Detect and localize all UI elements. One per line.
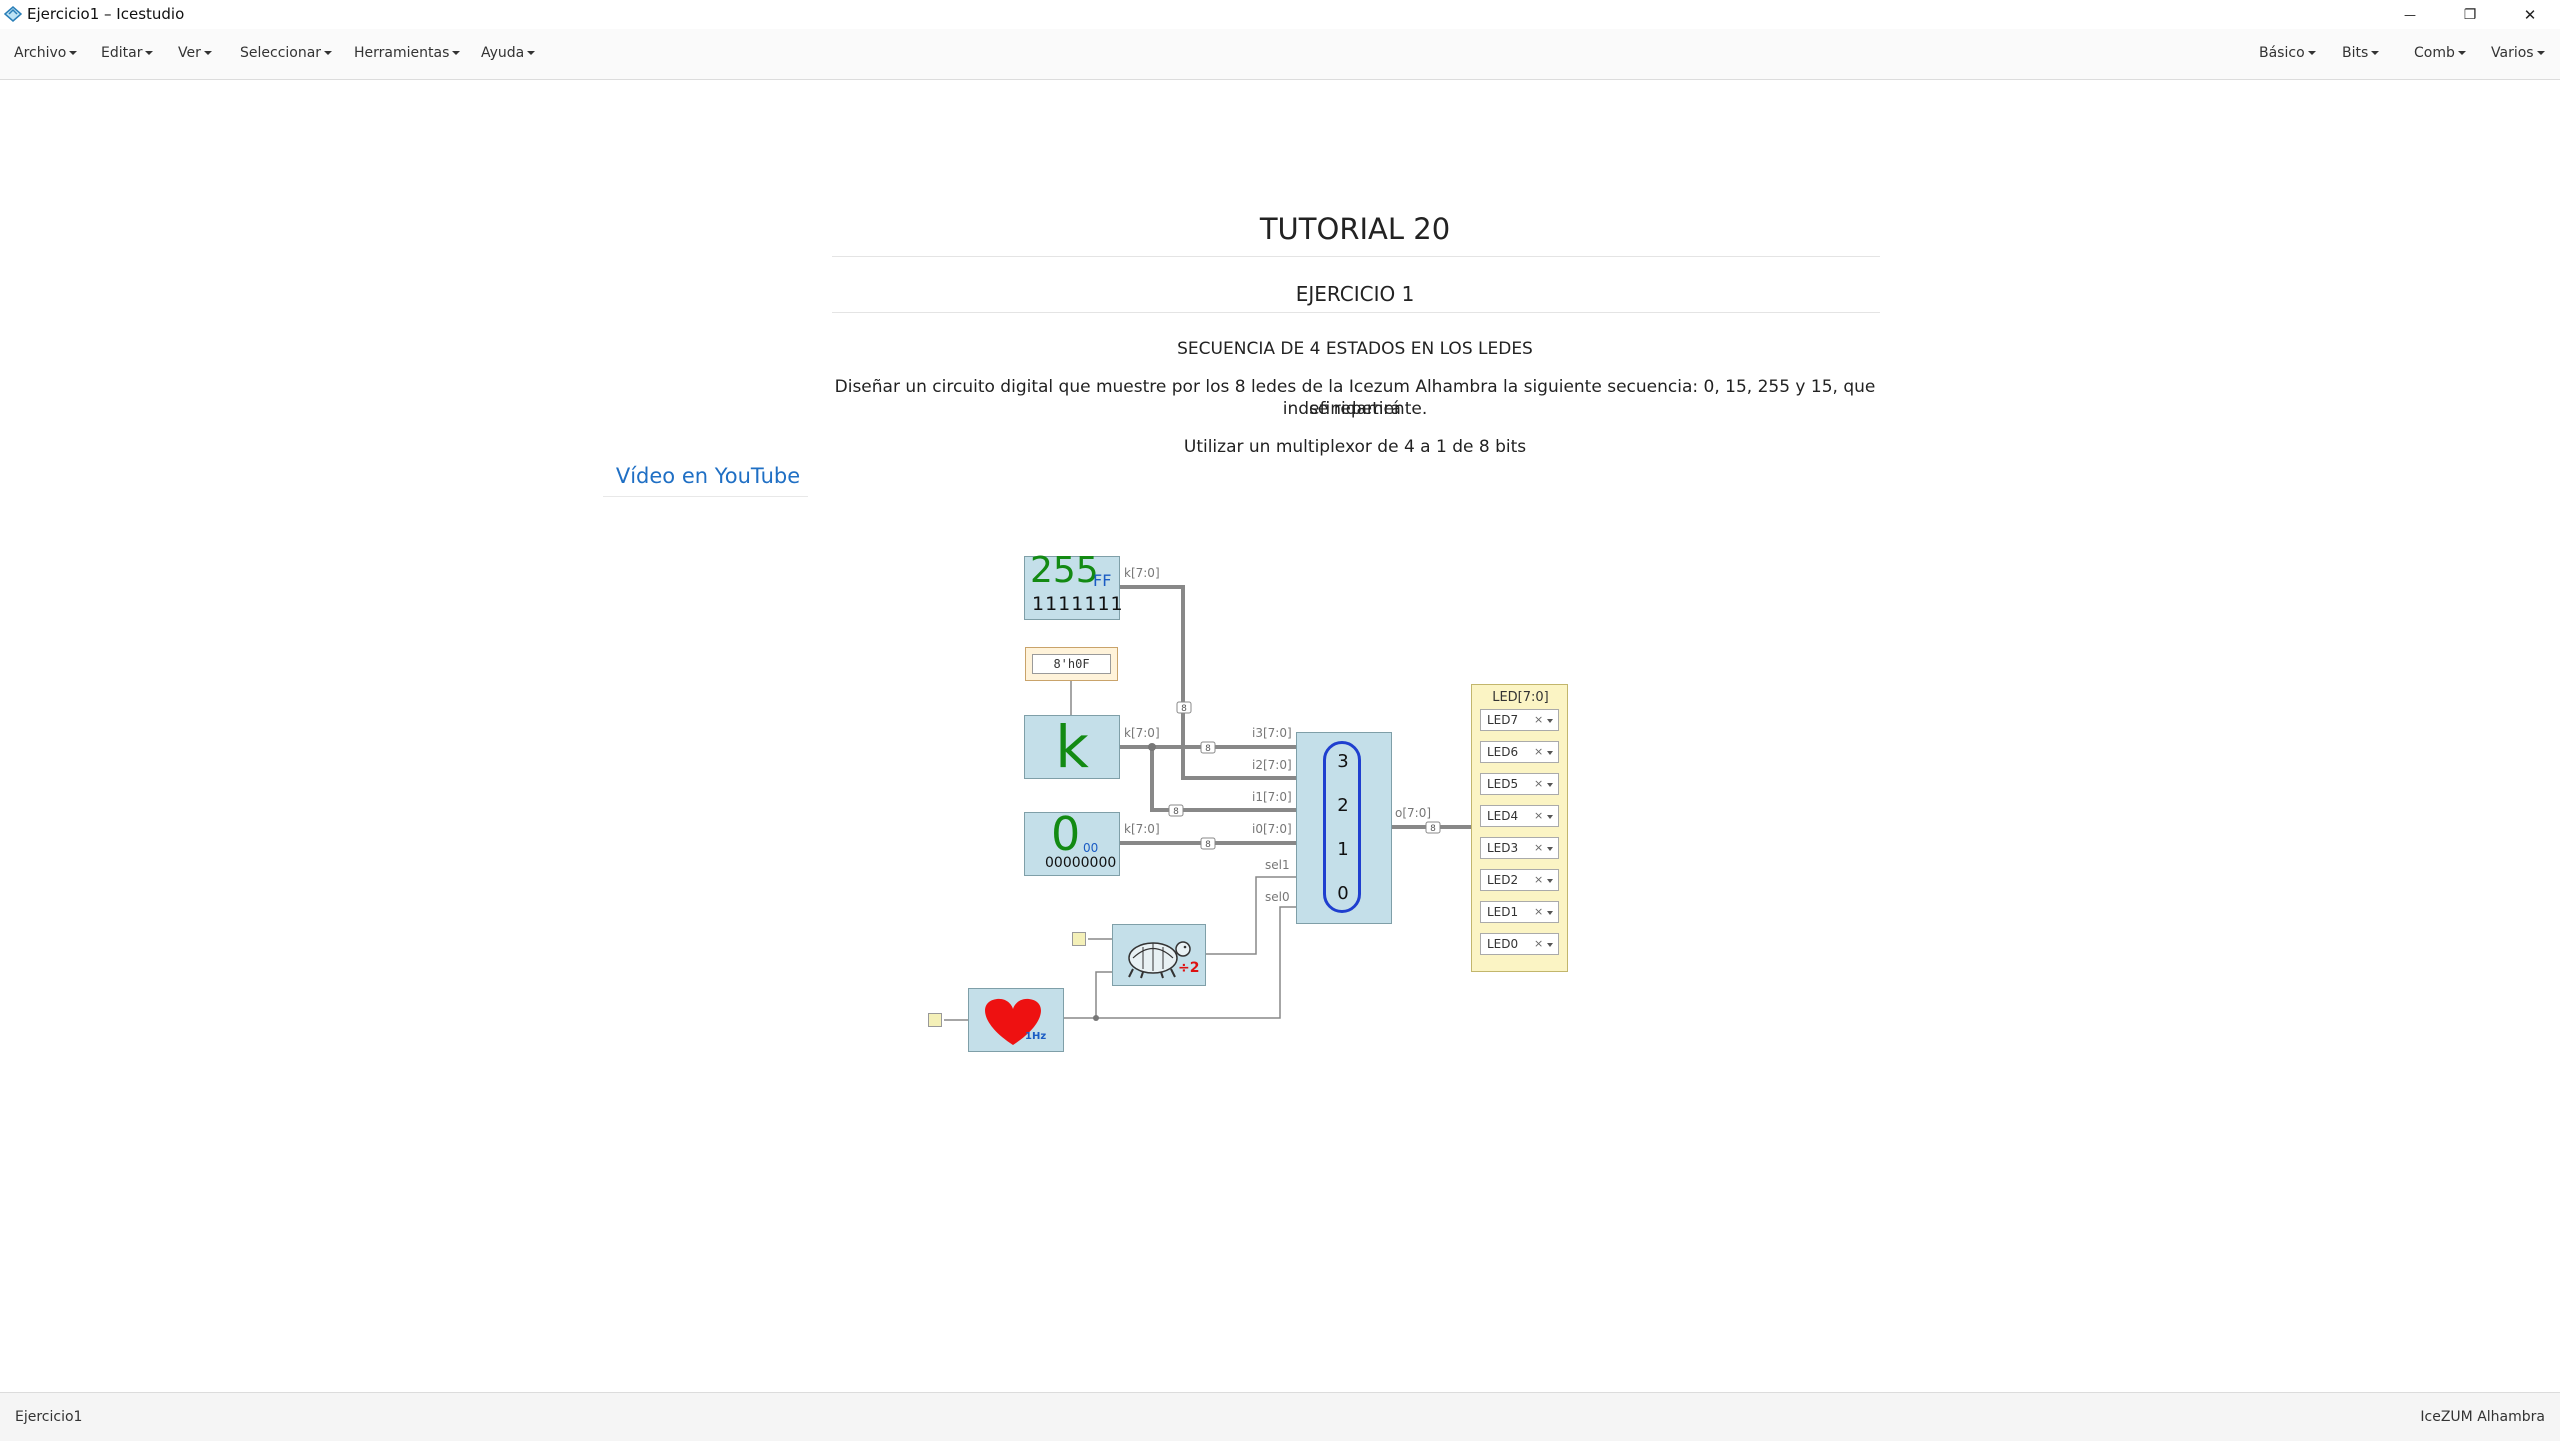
led-output-panel[interactable]: LED[7:0] LED7 × LED6 × LED5 × LED4 × LED3 × L… xyxy=(1471,684,1568,972)
chevron-down-icon[interactable] xyxy=(1547,751,1553,755)
led-select-label: LED5 xyxy=(1487,777,1519,791)
mux-input-number: 2 xyxy=(1337,795,1349,816)
const-k-label: k xyxy=(1055,713,1089,781)
clock-frequency-label: 1Hz xyxy=(1025,1031,1047,1042)
led-select-label: LED1 xyxy=(1487,905,1519,919)
parameter-value-input[interactable]: 8'h0F xyxy=(1032,654,1111,674)
led-panel-title: LED[7:0] xyxy=(1492,690,1549,705)
mux-input-number: 0 xyxy=(1337,883,1349,904)
output-port-label: k[7:0] xyxy=(1124,726,1160,740)
chevron-down-icon[interactable] xyxy=(1547,943,1553,947)
led-select[interactable]: LED6 × xyxy=(1480,741,1559,763)
const-decimal: 255 xyxy=(1030,550,1099,591)
mux-input-label: i1[7:0] xyxy=(1252,790,1292,804)
output-port-label: k[7:0] xyxy=(1124,822,1160,836)
led-select-label: LED0 xyxy=(1487,937,1519,951)
const-hex: FF xyxy=(1093,571,1112,590)
junction-dot xyxy=(1148,743,1156,751)
input-port-pin[interactable] xyxy=(928,1013,942,1027)
parameter-block[interactable]: 8'h0F xyxy=(1025,647,1118,681)
mux-input-label: i0[7:0] xyxy=(1252,822,1292,836)
led-select[interactable]: LED7 × xyxy=(1480,709,1559,731)
status-project-name: Ejercicio1 xyxy=(15,1409,83,1425)
mux-input-label: i2[7:0] xyxy=(1252,758,1292,772)
led-select[interactable]: LED5 × xyxy=(1480,773,1559,795)
led-select[interactable]: LED2 × xyxy=(1480,869,1559,891)
mux-select-label: sel1 xyxy=(1265,858,1290,872)
constant-k-block[interactable]: k xyxy=(1024,713,1120,781)
constant-255-block[interactable]: 255 FF 1111111 xyxy=(1024,551,1123,620)
led-select-label: LED2 xyxy=(1487,873,1519,887)
junction-dot xyxy=(1093,1015,1099,1021)
chevron-down-icon[interactable] xyxy=(1547,719,1553,723)
led-select-label: LED3 xyxy=(1487,841,1519,855)
mux-input-label: i3[7:0] xyxy=(1252,726,1292,740)
remove-icon[interactable]: × xyxy=(1534,745,1543,758)
bus-width-label: 8 xyxy=(1173,807,1179,817)
led-select-label: LED4 xyxy=(1487,809,1519,823)
chevron-down-icon[interactable] xyxy=(1547,847,1553,851)
turtle-icon xyxy=(1128,941,1191,979)
prescaler-label: ÷2 xyxy=(1178,960,1200,976)
mux-output-label: o[7:0] xyxy=(1395,806,1432,820)
heart-icon xyxy=(985,998,1041,1045)
prescaler-block[interactable]: ÷2 xyxy=(1112,924,1206,986)
remove-icon[interactable]: × xyxy=(1534,905,1543,918)
remove-icon[interactable]: × xyxy=(1534,713,1543,726)
const-binary: 00000000 xyxy=(1045,855,1117,871)
clock-1hz-block[interactable]: 1Hz xyxy=(968,988,1064,1052)
const-hex: 00 xyxy=(1083,841,1099,855)
wire-layer: 8 8 8 8 8 xyxy=(944,585,1471,1021)
wire xyxy=(1206,876,1296,955)
input-port-pin[interactable] xyxy=(1072,932,1086,946)
led-select[interactable]: LED3 × xyxy=(1480,837,1559,859)
remove-icon[interactable]: × xyxy=(1534,777,1543,790)
const-binary: 1111111 xyxy=(1032,593,1124,615)
const-decimal: 0 xyxy=(1051,807,1081,861)
led-select-label: LED7 xyxy=(1487,713,1519,727)
chevron-down-icon[interactable] xyxy=(1547,911,1553,915)
bus-width-label: 8 xyxy=(1205,744,1211,754)
mux-select-label: sel0 xyxy=(1265,890,1290,904)
remove-icon[interactable]: × xyxy=(1534,937,1543,950)
bus-width-label: 8 xyxy=(1205,840,1211,850)
remove-icon[interactable]: × xyxy=(1534,841,1543,854)
remove-icon[interactable]: × xyxy=(1534,873,1543,886)
mux-input-number: 3 xyxy=(1337,751,1349,772)
status-board-name[interactable]: IceZUM Alhambra xyxy=(2420,1409,2545,1425)
bus-width-label: 8 xyxy=(1181,704,1187,714)
output-port-label: k[7:0] xyxy=(1124,566,1160,580)
constant-0-block[interactable]: 0 00 00000000 xyxy=(1024,807,1120,876)
multiplexer-4to1-block[interactable]: 3 2 1 0 xyxy=(1296,732,1392,924)
led-select[interactable]: LED0 × xyxy=(1480,933,1559,955)
wire xyxy=(1095,971,1112,1018)
led-select-label: LED6 xyxy=(1487,745,1519,759)
status-bar: Ejercicio1 IceZUM Alhambra xyxy=(0,1392,2560,1441)
chevron-down-icon[interactable] xyxy=(1547,783,1553,787)
bus-width-label: 8 xyxy=(1430,824,1436,834)
led-select[interactable]: LED1 × xyxy=(1480,901,1559,923)
chevron-down-icon[interactable] xyxy=(1547,815,1553,819)
led-select[interactable]: LED4 × xyxy=(1480,805,1559,827)
chevron-down-icon[interactable] xyxy=(1547,879,1553,883)
mux-input-number: 1 xyxy=(1337,839,1349,860)
remove-icon[interactable]: × xyxy=(1534,809,1543,822)
